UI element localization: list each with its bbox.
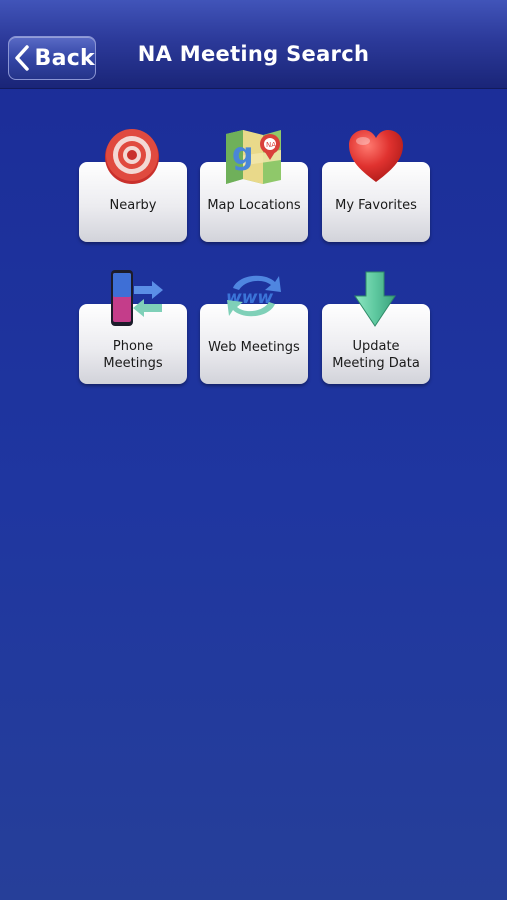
my-favorites-tile[interactable]: My Favorites xyxy=(322,162,430,242)
page-title: NA Meeting Search xyxy=(137,42,370,66)
nearby-tile[interactable]: Nearby xyxy=(79,162,187,242)
map-locations-label: Map Locations xyxy=(207,198,301,213)
update-meeting-data-label-line2: Meeting Data xyxy=(332,356,420,371)
update-meeting-data-label: Update Meeting Data xyxy=(322,338,430,372)
web-meetings-tile[interactable]: Web Meetings xyxy=(200,304,308,384)
phone-meetings-label-line2: Meetings xyxy=(103,356,163,371)
my-favorites-label: My Favorites xyxy=(335,198,417,213)
phone-meetings-label: Phone Meetings xyxy=(79,338,187,372)
map-locations-tile[interactable]: Map Locations xyxy=(200,162,308,242)
navigation-bar: Back NA Meeting Search xyxy=(0,0,507,89)
phone-meetings-label-line1: Phone xyxy=(112,339,154,354)
phone-meetings-tile[interactable]: Phone Meetings xyxy=(79,304,187,384)
nearby-label: Nearby xyxy=(109,198,157,213)
web-meetings-label: Web Meetings xyxy=(208,340,300,355)
update-meeting-data-label-line1: Update xyxy=(352,339,400,354)
update-meeting-data-tile[interactable]: Update Meeting Data xyxy=(322,304,430,384)
svg-text:NA: NA xyxy=(266,141,276,149)
